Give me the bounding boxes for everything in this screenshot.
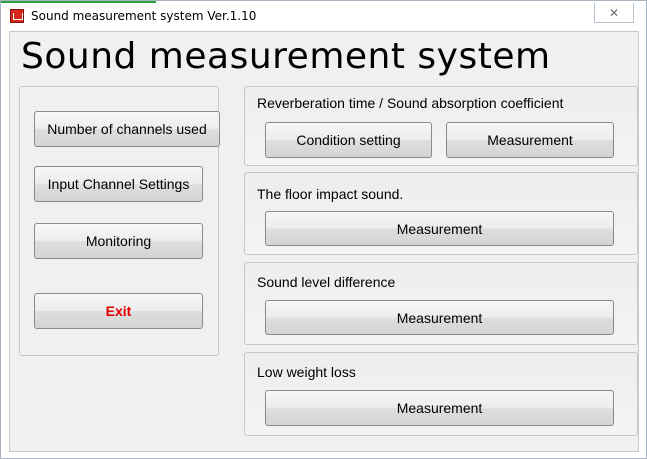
app-icon xyxy=(10,9,24,23)
title-bar[interactable]: Sound measurement system Ver.1.10 ✕ xyxy=(1,1,646,31)
reverberation-group-title: Reverberation time / Sound absorption co… xyxy=(257,95,564,111)
low-weight-group-title: Low weight loss xyxy=(257,364,356,380)
floor-impact-measurement-button[interactable]: Measurement xyxy=(265,211,614,246)
floor-impact-group-title: The floor impact sound. xyxy=(257,186,404,202)
reverberation-measurement-button[interactable]: Measurement xyxy=(446,122,614,158)
application-window: Sound measurement system Ver.1.10 ✕ Soun… xyxy=(0,0,647,459)
app-title: Sound measurement system xyxy=(21,36,551,77)
sound-level-measurement-button[interactable]: Measurement xyxy=(265,300,614,335)
close-icon: ✕ xyxy=(608,5,620,20)
exit-button[interactable]: Exit xyxy=(34,293,203,329)
sound-level-group-title: Sound level difference xyxy=(257,274,396,290)
low-weight-measurement-button[interactable]: Measurement xyxy=(265,390,614,426)
monitoring-button[interactable]: Monitoring xyxy=(34,223,203,259)
condition-setting-button[interactable]: Condition setting xyxy=(265,122,432,158)
input-channel-settings-button[interactable]: Input Channel Settings xyxy=(34,166,203,202)
close-button[interactable]: ✕ xyxy=(594,3,634,23)
window-title: Sound measurement system Ver.1.10 xyxy=(31,9,257,23)
title-accent-line xyxy=(1,1,156,3)
number-of-channels-button[interactable]: Number of channels used xyxy=(34,111,220,147)
